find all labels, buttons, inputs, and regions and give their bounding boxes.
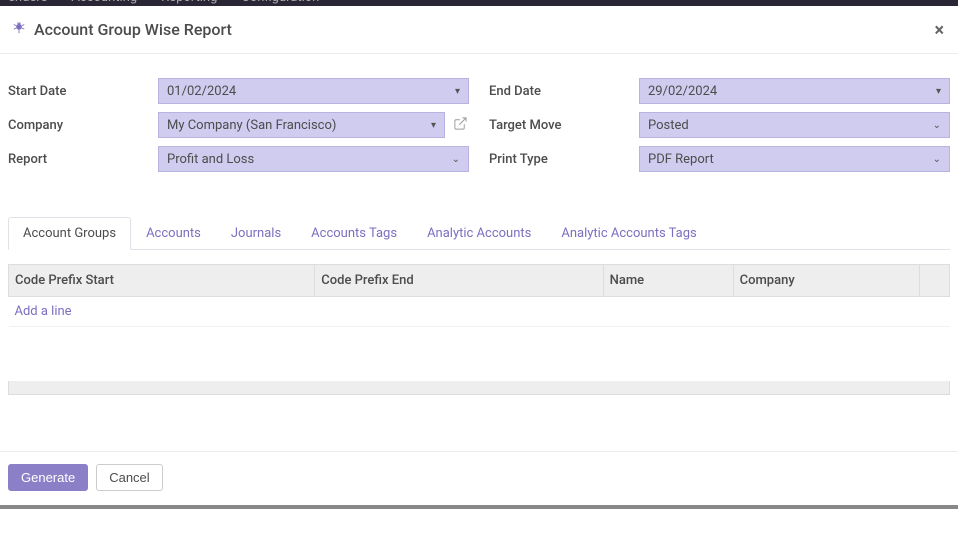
caret-down-icon: ⌄	[933, 120, 941, 131]
bug-icon	[12, 21, 26, 39]
caret-down-icon: ▾	[431, 120, 436, 131]
target-move-label: Target Move	[489, 118, 639, 133]
table-row: Add a line	[9, 297, 950, 327]
menu-item[interactable]: enders	[8, 0, 47, 5]
start-date-input[interactable]: 01/02/2024 ▾	[158, 78, 469, 104]
close-icon[interactable]: ×	[934, 20, 944, 41]
table-wrapper: Code Prefix Start Code Prefix End Name C…	[8, 264, 950, 395]
end-date-label: End Date	[489, 84, 639, 99]
col-company[interactable]: Company	[733, 265, 919, 297]
modal-body: Start Date 01/02/2024 ▾ Company My Compa…	[0, 54, 958, 451]
tab-analytic-accounts[interactable]: Analytic Accounts	[412, 217, 546, 250]
menu-item[interactable]: Reporting	[161, 0, 217, 5]
cancel-button[interactable]: Cancel	[96, 464, 162, 491]
modal-footer: Generate Cancel	[0, 451, 958, 503]
company-input[interactable]: My Company (San Francisco) ▾	[158, 112, 445, 138]
print-type-label: Print Type	[489, 152, 639, 167]
bottom-bar	[0, 505, 958, 509]
col-code-prefix-start[interactable]: Code Prefix Start	[9, 265, 315, 297]
add-line-link[interactable]: Add a line	[15, 304, 72, 319]
tab-strip: Account Groups Accounts Journals Account…	[8, 216, 950, 250]
table-header-row: Code Prefix Start Code Prefix End Name C…	[9, 265, 950, 297]
modal-title: Account Group Wise Report	[34, 20, 232, 39]
col-code-prefix-end[interactable]: Code Prefix End	[315, 265, 603, 297]
tab-analytic-accounts-tags[interactable]: Analytic Accounts Tags	[546, 217, 711, 250]
col-name[interactable]: Name	[603, 265, 733, 297]
company-value: My Company (San Francisco)	[167, 118, 336, 133]
tab-account-groups[interactable]: Account Groups	[8, 217, 131, 250]
external-link-icon[interactable]	[451, 116, 469, 135]
print-type-value: PDF Report	[648, 152, 714, 167]
start-date-value: 01/02/2024	[167, 84, 236, 99]
account-groups-table: Code Prefix Start Code Prefix End Name C…	[8, 264, 950, 381]
caret-down-icon: ⌄	[452, 154, 460, 165]
caret-down-icon: ▾	[936, 86, 941, 97]
table-footer-bar	[8, 381, 950, 395]
modal-header: Account Group Wise Report ×	[0, 6, 958, 54]
print-type-select[interactable]: PDF Report ⌄	[639, 146, 950, 172]
report-value: Profit and Loss	[167, 152, 254, 167]
table-empty-space	[9, 327, 950, 381]
menu-item[interactable]: Accounting	[71, 0, 137, 5]
start-date-label: Start Date	[8, 84, 158, 99]
target-move-value: Posted	[648, 118, 689, 133]
tab-journals[interactable]: Journals	[216, 217, 296, 250]
tab-accounts[interactable]: Accounts	[131, 217, 216, 250]
generate-button[interactable]: Generate	[8, 464, 88, 491]
report-label: Report	[8, 152, 158, 167]
company-label: Company	[8, 118, 158, 133]
end-date-value: 29/02/2024	[648, 84, 717, 99]
col-actions	[920, 265, 950, 297]
tab-accounts-tags[interactable]: Accounts Tags	[296, 217, 412, 250]
caret-down-icon: ⌄	[933, 154, 941, 165]
end-date-input[interactable]: 29/02/2024 ▾	[639, 78, 950, 104]
caret-down-icon: ▾	[455, 86, 460, 97]
report-select[interactable]: Profit and Loss ⌄	[158, 146, 469, 172]
target-move-select[interactable]: Posted ⌄	[639, 112, 950, 138]
menu-item[interactable]: Configuration	[241, 0, 319, 5]
